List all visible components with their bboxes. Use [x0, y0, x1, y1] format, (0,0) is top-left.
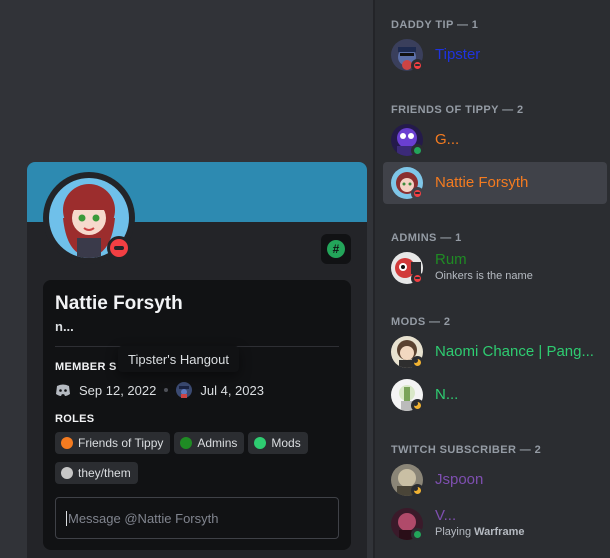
member-g[interactable]: G...: [383, 119, 607, 161]
member-tipster[interactable]: Tipster: [383, 34, 607, 76]
date-separator: [164, 388, 169, 392]
role-name: they/them: [78, 466, 131, 480]
dnd-status-icon: [411, 272, 424, 285]
member-list[interactable]: DADDY TIP — 1 Tipster FRIENDS OF TIPPY —…: [375, 0, 610, 558]
server-icon: [176, 382, 193, 398]
profile-username: n...: [55, 319, 74, 334]
message-box[interactable]: [55, 497, 339, 539]
server-tooltip: Tipster's Hangout: [118, 346, 239, 372]
member-name: N...: [435, 386, 459, 403]
discord-join-date: Sep 12, 2022: [79, 382, 157, 398]
member-name: Rum: [435, 251, 467, 268]
role-color-dot: [61, 467, 73, 479]
member-activity: Playing Warframe: [435, 526, 524, 538]
role-name: Mods: [271, 436, 301, 450]
activity-prefix: Playing: [435, 526, 475, 538]
dnd-status-icon: [411, 187, 424, 200]
idle-status-icon: [411, 356, 424, 369]
role-name: Admins: [197, 436, 238, 450]
member-since-label: MEMBER S: [55, 361, 117, 373]
member-v[interactable]: V... Playing Warframe: [383, 503, 607, 545]
role-mods[interactable]: Mods: [248, 432, 308, 454]
member-rum[interactable]: Rum Oinkers is the name: [383, 247, 607, 289]
roles-label: ROLES: [55, 413, 95, 425]
message-input[interactable]: [68, 510, 328, 526]
discord-logo-icon: [56, 384, 70, 396]
role-color-dot: [61, 437, 73, 449]
role-friends-of-tippy[interactable]: Friends of Tippy: [55, 432, 171, 454]
member-name: G...: [435, 131, 460, 148]
activity-game: Warframe: [474, 526, 525, 538]
online-status-icon: [411, 528, 424, 541]
role-they-them[interactable]: they/them: [55, 462, 138, 484]
idle-status-icon: [411, 484, 424, 497]
server-join-date: Jul 4, 2023: [200, 382, 264, 398]
member-n[interactable]: N...: [383, 374, 607, 416]
dnd-status-icon: [411, 59, 424, 72]
member-since-dates: Sep 12, 2022 Jul 4, 2023: [55, 380, 264, 400]
member-nattie-forsyth[interactable]: Nattie Forsyth: [383, 162, 607, 204]
role-admins[interactable]: Admins: [174, 432, 245, 454]
member-name: Jspoon: [435, 471, 484, 488]
hashtag-badge-icon[interactable]: #: [321, 234, 351, 264]
member-jspoon[interactable]: Jspoon: [383, 459, 607, 501]
member-name: Naomi Chance | Pang...: [435, 343, 594, 360]
section-header-mods: MODS — 2: [391, 316, 451, 328]
profile-display-name: Nattie Forsyth: [55, 293, 183, 314]
dnd-status-icon: [107, 236, 131, 260]
role-name: Friends of Tippy: [78, 436, 164, 450]
section-header-friends-of-tippy: FRIENDS OF TIPPY — 2: [391, 104, 524, 116]
roles-list: Friends of Tippy Admins Mods they/them: [55, 432, 345, 484]
member-name: Nattie Forsyth: [435, 174, 529, 191]
member-name: Tipster: [435, 46, 481, 63]
profile-avatar-frame: [43, 172, 135, 264]
member-naomi-chance[interactable]: Naomi Chance | Pang...: [383, 331, 607, 373]
section-header-twitch-subscriber: TWITCH SUBSCRIBER — 2: [391, 444, 542, 456]
profile-card: Nattie Forsyth n... MEMBER S Sep 12, 202…: [43, 280, 351, 550]
section-header-admins: ADMINS — 1: [391, 232, 462, 244]
text-cursor: [66, 510, 67, 526]
role-color-dot: [180, 437, 193, 449]
online-status-icon: [411, 144, 424, 157]
section-header-daddy-tip: DADDY TIP — 1: [391, 19, 479, 31]
member-custom-status: Oinkers is the name: [435, 270, 533, 282]
role-color-dot: [254, 437, 267, 449]
member-name: V...: [435, 507, 457, 524]
idle-status-icon: [411, 399, 424, 412]
